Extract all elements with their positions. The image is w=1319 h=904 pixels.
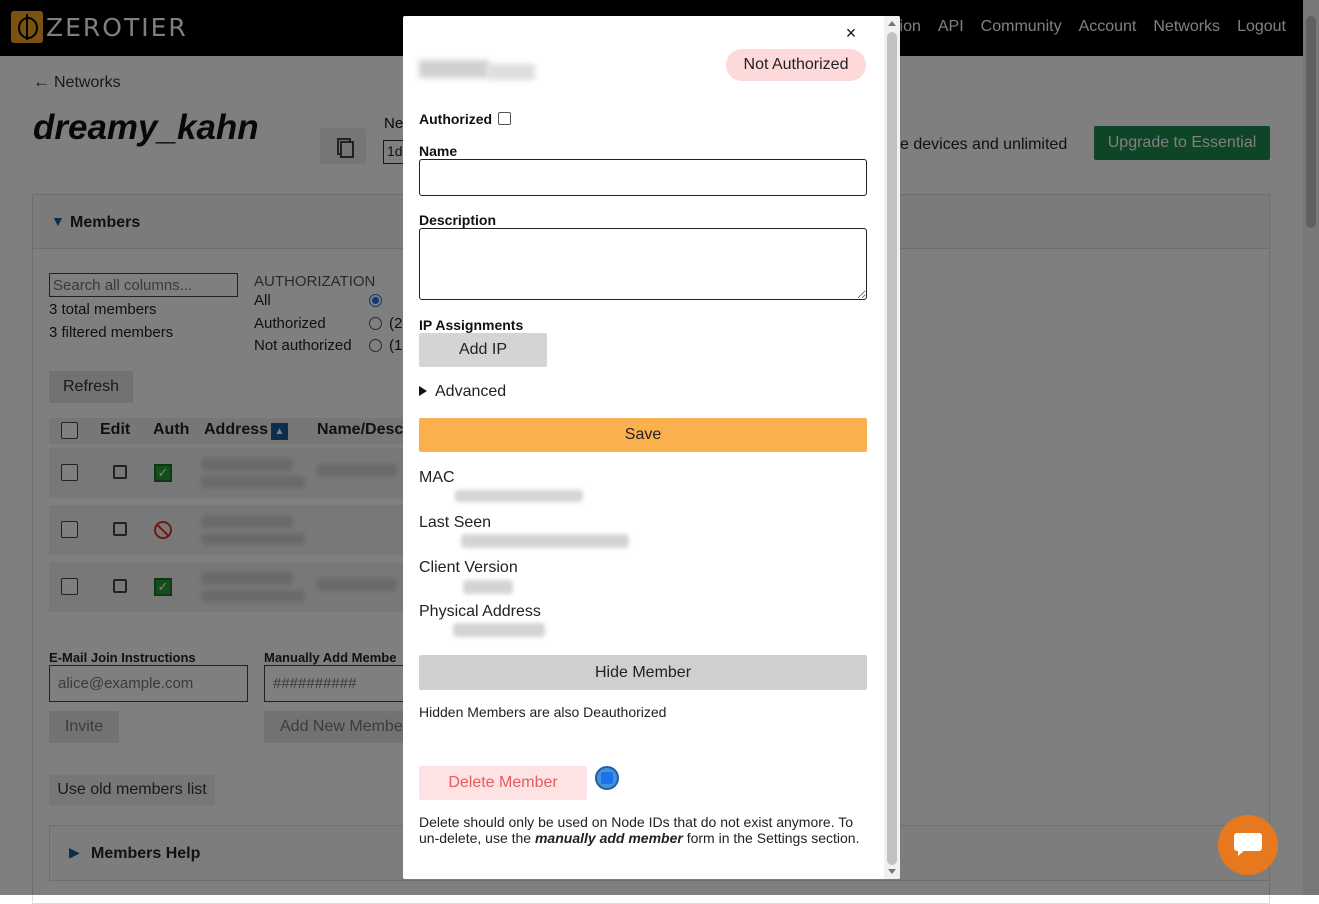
chat-support-icon[interactable]: [1218, 815, 1278, 875]
authorized-checkbox[interactable]: [498, 112, 511, 125]
name-label: Name: [419, 143, 458, 159]
modal-scrollbar-thumb[interactable]: [887, 32, 897, 865]
mac-value-redacted: [455, 490, 583, 502]
description-textarea[interactable]: [419, 228, 867, 300]
hide-member-button[interactable]: Hide Member: [419, 655, 867, 690]
member-id-blur-a: [419, 60, 489, 78]
add-ip-button[interactable]: Add IP: [419, 333, 547, 367]
member-id-redacted: [419, 56, 537, 84]
status-badge: Not Authorized: [726, 49, 866, 81]
last-seen-value-redacted: [461, 534, 629, 548]
delete-note: Delete should only be used on Node IDs t…: [419, 814, 874, 846]
delete-note-emphasis: manually add member: [534, 830, 683, 846]
member-detail-modal: × Not Authorized Authorized Name Descrip…: [403, 16, 900, 879]
triangle-right-icon: [419, 386, 427, 396]
delete-note-text-end: form in the Settings section.: [682, 830, 860, 846]
name-input[interactable]: [419, 159, 867, 196]
advanced-label: Advanced: [435, 383, 507, 400]
save-button[interactable]: Save: [419, 418, 867, 452]
member-id-blur-b: [487, 64, 535, 80]
hidden-members-note: Hidden Members are also Deauthorized: [419, 704, 667, 720]
last-seen-label: Last Seen: [419, 514, 492, 531]
close-icon[interactable]: ×: [844, 23, 858, 43]
physical-address-label: Physical Address: [419, 603, 541, 620]
description-label: Description: [419, 212, 497, 228]
client-version-label: Client Version: [419, 559, 518, 576]
scroll-up-icon[interactable]: [888, 21, 896, 26]
advanced-toggle[interactable]: Advanced: [419, 383, 506, 401]
scroll-down-icon[interactable]: [888, 869, 896, 874]
authorized-label: Authorized: [419, 111, 493, 127]
delete-member-button[interactable]: Delete Member: [419, 766, 587, 800]
modal-scrollbar[interactable]: [884, 16, 900, 879]
ip-assignments-label: IP Assignments: [419, 317, 524, 333]
mac-label: MAC: [419, 469, 455, 486]
physical-address-value-redacted: [453, 623, 545, 637]
extension-overlay-icon[interactable]: [595, 766, 619, 790]
client-version-value-redacted: [463, 580, 513, 594]
